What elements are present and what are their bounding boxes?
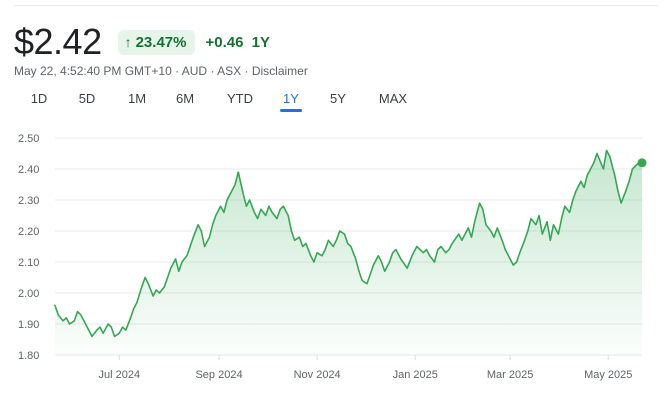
x-tick-label: Jan 2025 — [393, 369, 438, 381]
y-tick-label: 2.50 — [18, 133, 39, 145]
y-tick-label: 2.10 — [18, 257, 39, 269]
x-tick-label: Nov 2024 — [294, 369, 341, 381]
y-tick-label: 2.30 — [18, 195, 39, 207]
y-tick-label: 2.40 — [18, 164, 39, 176]
price-area-fill — [55, 150, 642, 355]
current-price-dot — [637, 158, 647, 168]
y-tick-label: 1.80 — [18, 350, 39, 362]
y-tick-label: 1.90 — [18, 319, 39, 331]
x-tick-label: Sep 2024 — [195, 369, 242, 381]
y-tick-label: 2.00 — [18, 288, 39, 300]
price-chart[interactable]: 2.50 2.40 2.30 2.20 2.10 2.00 1.90 1.80 Jul 2024… — [0, 0, 672, 400]
x-tick-label: Mar 2025 — [487, 369, 533, 381]
y-tick-label: 2.20 — [18, 226, 39, 238]
x-tick-label: May 2025 — [584, 369, 632, 381]
x-tick-label: Jul 2024 — [99, 369, 141, 381]
